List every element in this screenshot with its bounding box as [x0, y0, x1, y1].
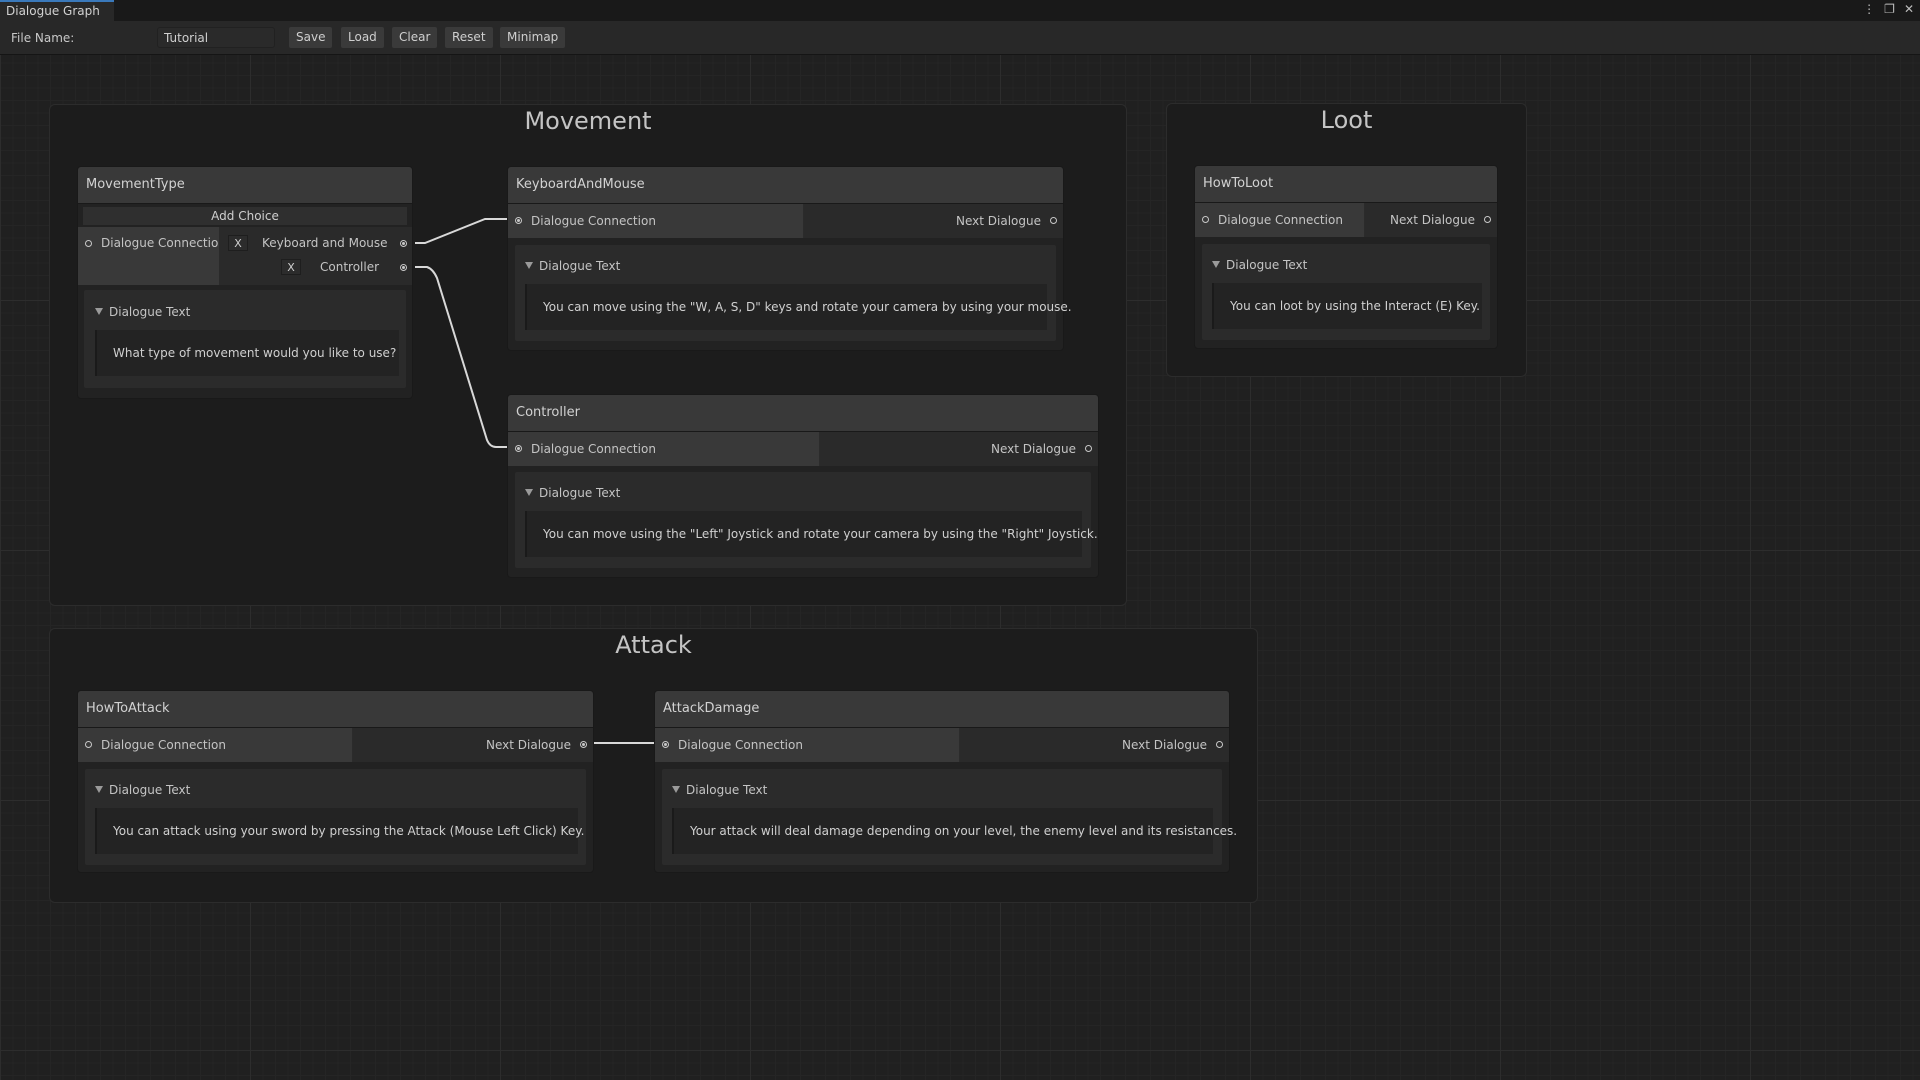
node-title[interactable]: MovementType — [78, 167, 412, 204]
close-icon[interactable]: ✕ — [1904, 2, 1914, 16]
window-tab-bar: Dialogue Graph ⋮ ❐ ✕ — [0, 0, 1920, 22]
node-attack-damage[interactable]: AttackDamage Dialogue Connection Next Di… — [654, 690, 1237, 873]
window-tab-dialogue-graph[interactable]: Dialogue Graph — [0, 0, 114, 21]
output-port-area: Next Dialogue — [1365, 203, 1497, 237]
choice-label: Controller — [320, 260, 380, 274]
port-label-dialogue-connection: Dialogue Connection — [1218, 213, 1343, 227]
dialogue-text-label[interactable]: Dialogue Text — [672, 783, 767, 797]
port-label-dialogue-connection: Dialogue Connection — [531, 214, 656, 228]
port-label-dialogue-connection: Dialogue Connection — [101, 738, 226, 752]
port-label-next-dialogue: Next Dialogue — [1390, 213, 1475, 227]
remove-choice-button[interactable]: X — [281, 259, 301, 275]
dialogue-text-foldout: Dialogue Text You can move using the "W,… — [515, 245, 1072, 341]
dialogue-text-field[interactable]: You can loot by using the Interact (E) K… — [1212, 283, 1482, 329]
port-label-dialogue-connection: Dialogue Connection — [531, 442, 656, 456]
input-port-area: Dialogue Connection — [508, 204, 804, 238]
minimap-button[interactable]: Minimap — [500, 27, 566, 48]
node-movement-type[interactable]: MovementType Add Choice Dialogue Connect… — [77, 166, 413, 399]
input-port-icon[interactable] — [515, 217, 522, 224]
dialogue-text-foldout: Dialogue Text You can attack using your … — [85, 769, 586, 865]
dialogue-text-foldout: Dialogue Text You can move using the "Le… — [515, 472, 1098, 568]
node-how-to-attack[interactable]: HowToAttack Dialogue Connection Next Dia… — [77, 690, 594, 873]
output-port-area: Next Dialogue — [804, 204, 1063, 238]
output-port-area: Next Dialogue — [353, 728, 593, 762]
group-title-loot[interactable]: Loot — [1167, 106, 1526, 134]
dialogue-text-foldout: Dialogue Text You can loot by using the … — [1202, 244, 1490, 340]
input-port-icon[interactable] — [85, 240, 92, 247]
foldout-arrow-icon[interactable] — [95, 308, 103, 315]
dialogue-text-label[interactable]: Dialogue Text — [95, 305, 190, 319]
node-title[interactable]: Controller — [508, 395, 1098, 432]
file-name-input[interactable] — [157, 27, 275, 48]
output-port-area: Next Dialogue — [960, 728, 1229, 762]
maximize-icon[interactable]: ❐ — [1884, 2, 1895, 16]
output-port-icon[interactable] — [400, 264, 407, 271]
port-label-next-dialogue: Next Dialogue — [991, 442, 1076, 456]
file-name-label: File Name: — [11, 31, 75, 45]
port-label-next-dialogue: Next Dialogue — [1122, 738, 1207, 752]
input-port-icon[interactable] — [515, 445, 522, 452]
foldout-arrow-icon[interactable] — [525, 489, 533, 496]
ports-row: Dialogue Connection Next Dialogue — [78, 728, 593, 762]
group-title-movement[interactable]: Movement — [50, 107, 1126, 135]
output-port-icon[interactable] — [1216, 741, 1223, 748]
foldout-arrow-icon[interactable] — [525, 262, 533, 269]
node-controller[interactable]: Controller Dialogue Connection Next Dial… — [507, 394, 1099, 578]
output-port-icon[interactable] — [1085, 445, 1092, 452]
toolbar: File Name: Save Load Clear Reset Minimap — [0, 21, 1920, 55]
kebab-menu-icon[interactable]: ⋮ — [1863, 2, 1875, 16]
dialogue-text-label[interactable]: Dialogue Text — [95, 783, 190, 797]
foldout-arrow-icon[interactable] — [1212, 261, 1220, 268]
save-button[interactable]: Save — [289, 27, 333, 48]
input-port-area: Dialogue Connection — [655, 728, 960, 762]
input-port-icon[interactable] — [662, 741, 669, 748]
dialogue-text-field[interactable]: Your attack will deal damage depending o… — [672, 808, 1237, 854]
input-port-area: Dialogue Connection — [1195, 203, 1365, 237]
input-port-icon[interactable] — [85, 741, 92, 748]
dialogue-text-label[interactable]: Dialogue Text — [525, 486, 620, 500]
load-button[interactable]: Load — [341, 27, 384, 48]
ports-row: Dialogue Connection Next Dialogue — [508, 432, 1098, 466]
output-port-icon[interactable] — [1484, 216, 1491, 223]
port-label-dialogue-connection: Dialogue Connection — [101, 236, 226, 250]
port-label-next-dialogue: Next Dialogue — [956, 214, 1041, 228]
dialogue-text-label[interactable]: Dialogue Text — [525, 259, 620, 273]
port-label-next-dialogue: Next Dialogue — [486, 738, 571, 752]
ports-row: Dialogue Connection Next Dialogue — [655, 728, 1229, 762]
node-title[interactable]: KeyboardAndMouse — [508, 167, 1063, 204]
dialogue-text-field[interactable]: You can move using the "W, A, S, D" keys… — [525, 284, 1072, 330]
ports-row: Dialogue Connection Next Dialogue — [1195, 203, 1497, 237]
node-title[interactable]: HowToLoot — [1195, 166, 1497, 203]
input-port-area: Dialogue Connection — [78, 227, 226, 285]
foldout-arrow-icon[interactable] — [672, 786, 680, 793]
add-choice-button[interactable]: Add Choice — [83, 207, 407, 225]
dialogue-text-field[interactable]: You can attack using your sword by press… — [95, 808, 584, 854]
remove-choice-button[interactable]: X — [228, 235, 248, 251]
output-port-area: Next Dialogue — [820, 432, 1098, 466]
ports-row: Dialogue Connection Next Dialogue — [508, 204, 1063, 238]
choices-area: X Keyboard and Mouse X Controller — [219, 227, 412, 285]
node-keyboard-and-mouse[interactable]: KeyboardAndMouse Dialogue Connection Nex… — [507, 166, 1072, 351]
node-title[interactable]: AttackDamage — [655, 691, 1229, 728]
dialogue-text-field[interactable]: What type of movement would you like to … — [95, 330, 399, 376]
input-port-area: Dialogue Connection — [508, 432, 820, 466]
dialogue-text-foldout: Dialogue Text What type of movement woul… — [84, 290, 406, 388]
choice-label: Keyboard and Mouse — [262, 236, 388, 250]
foldout-arrow-icon[interactable] — [95, 786, 103, 793]
node-title[interactable]: HowToAttack — [78, 691, 593, 728]
dialogue-text-label[interactable]: Dialogue Text — [1212, 258, 1307, 272]
input-port-icon[interactable] — [1202, 216, 1209, 223]
group-title-attack[interactable]: Attack — [50, 631, 1257, 659]
dialogue-text-field[interactable]: You can move using the "Left" Joystick a… — [525, 511, 1098, 557]
output-port-icon[interactable] — [580, 741, 587, 748]
node-how-to-loot[interactable]: HowToLoot Dialogue Connection Next Dialo… — [1194, 165, 1498, 349]
port-label-dialogue-connection: Dialogue Connection — [678, 738, 803, 752]
clear-button[interactable]: Clear — [392, 27, 438, 48]
reset-button[interactable]: Reset — [445, 27, 493, 48]
dialogue-text-foldout: Dialogue Text Your attack will deal dama… — [662, 769, 1237, 865]
window-controls: ⋮ ❐ ✕ — [1863, 2, 1914, 16]
output-port-icon[interactable] — [1050, 217, 1057, 224]
input-port-area: Dialogue Connection — [78, 728, 353, 762]
output-port-icon[interactable] — [400, 240, 407, 247]
